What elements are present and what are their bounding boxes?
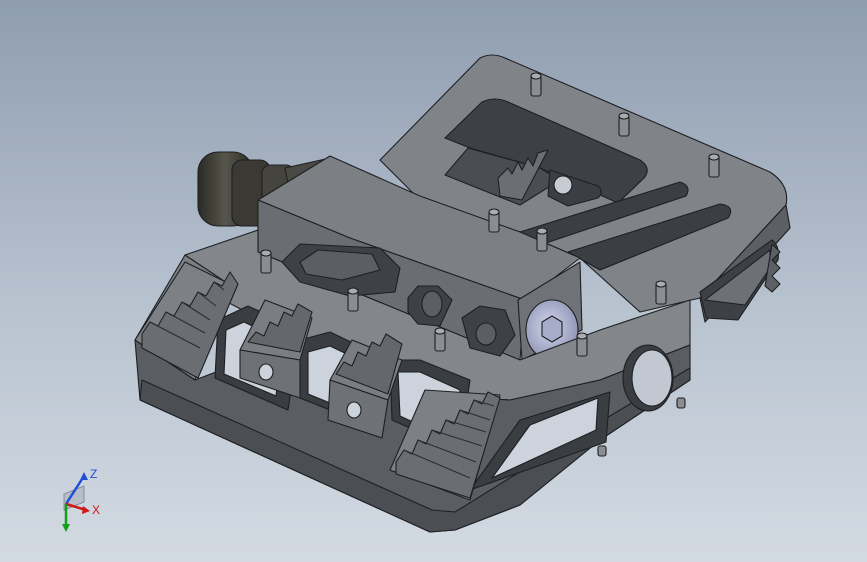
- pin: [536, 227, 548, 252]
- x-axis-label: X: [92, 503, 100, 517]
- pin: [530, 72, 542, 97]
- pin: [708, 153, 720, 178]
- pin: [434, 327, 446, 352]
- pin: [260, 249, 272, 274]
- pin: [488, 208, 500, 233]
- pin: [655, 280, 667, 305]
- pin: [576, 332, 588, 357]
- pedal-model[interactable]: [0, 0, 867, 562]
- pin: [618, 112, 630, 137]
- coordinate-triad: Z X: [62, 467, 100, 532]
- pin: [676, 397, 686, 409]
- 3d-viewport[interactable]: Z X: [0, 0, 867, 562]
- z-axis-label: Z: [90, 467, 97, 481]
- pin: [347, 287, 359, 312]
- pin: [597, 445, 607, 457]
